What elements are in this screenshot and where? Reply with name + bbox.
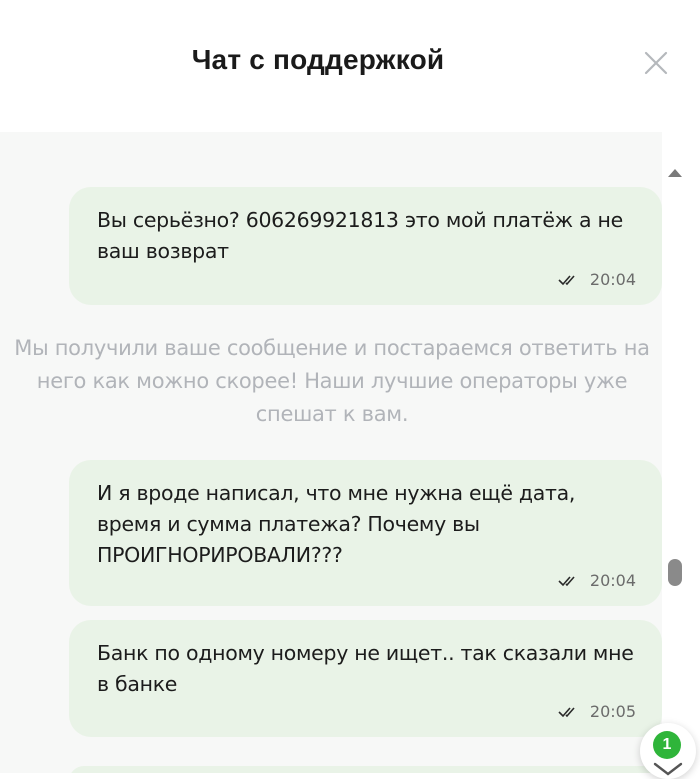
message-time: 20:05 [589,702,636,721]
message-text: Банк по одному номеру не ищет.. так сказ… [97,641,634,696]
close-icon [644,51,668,75]
double-check-icon [558,706,575,717]
message-meta: 20:04 [558,270,636,289]
close-button[interactable] [640,47,672,79]
double-check-icon [558,575,575,586]
message-list[interactable]: Вы серьёзно? 606269921813 это мой платёж… [0,132,700,773]
message-text: И я вроде написал, что мне нужна ещё дат… [97,481,576,567]
message-time: 20:04 [589,571,636,590]
message-meta: 20:05 [558,702,636,721]
message-bubble-partial [69,766,662,773]
message-bubble: И я вроде написал, что мне нужна ещё дат… [69,460,662,606]
double-check-icon [558,274,575,285]
message-bubble: Вы серьёзно? 606269921813 это мой платёж… [69,187,662,305]
message-meta: 20:04 [558,571,636,590]
message-bubble: Банк по одному номеру не ищет.. так сказ… [69,620,662,737]
message-text: Вы серьёзно? 606269921813 это мой платёж… [97,208,623,263]
page-title: Чат с поддержкой [191,44,445,75]
chevron-down-icon[interactable] [652,762,684,776]
message-time: 20:04 [589,270,636,289]
unread-count-badge: 1 [653,731,681,759]
scrollbar[interactable] [662,132,700,773]
scrollbar-thumb[interactable] [668,559,682,586]
chat-header: Чат с поддержкой [0,0,700,132]
scroll-up-arrow-icon[interactable] [667,168,683,178]
system-message: Мы получили ваше сообщение и постараемся… [14,336,650,426]
